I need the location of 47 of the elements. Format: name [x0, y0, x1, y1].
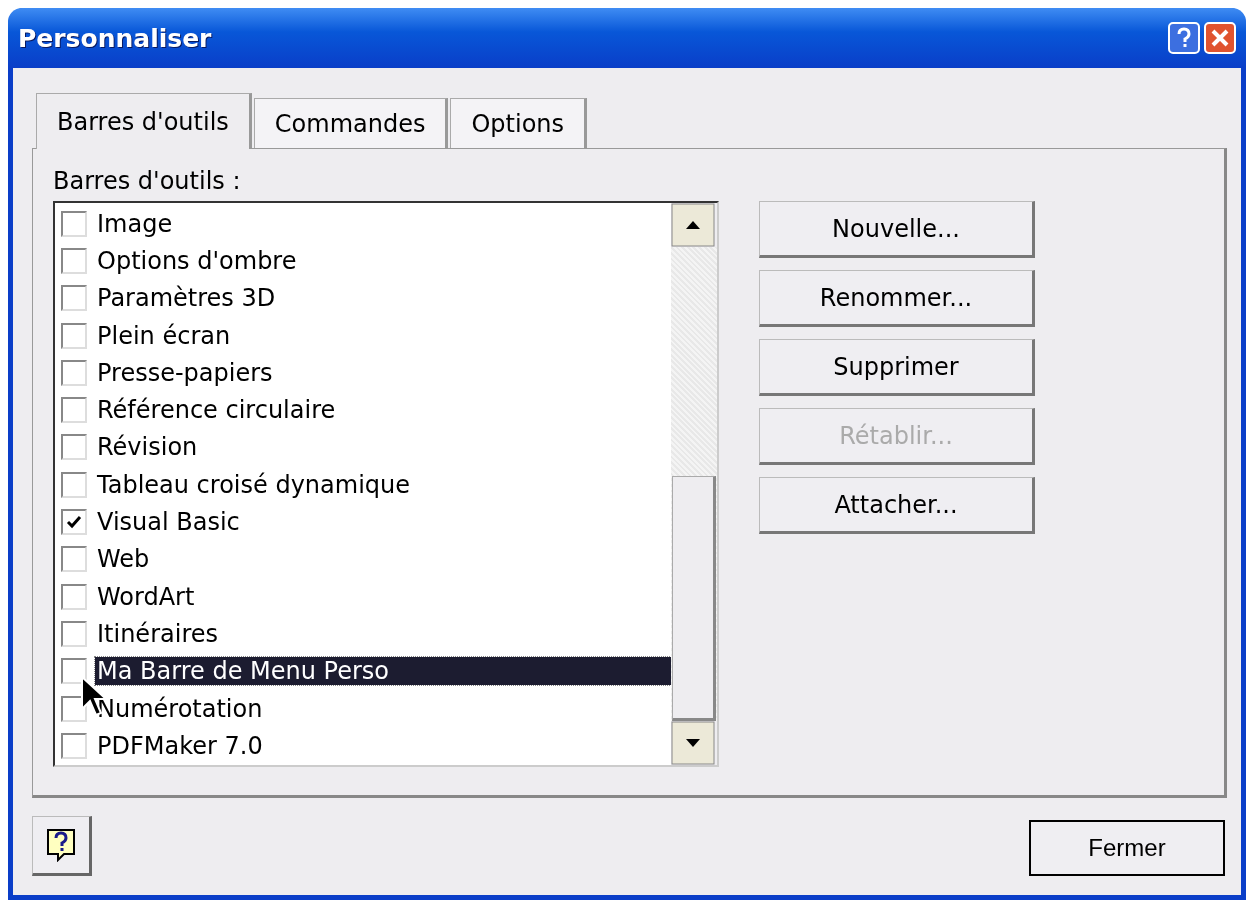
checkbox[interactable] — [61, 620, 87, 647]
checkbox[interactable] — [61, 583, 87, 610]
dialog-button[interactable]: Attacher... — [759, 477, 1035, 534]
list-label: Barres d'outils : — [53, 167, 241, 195]
checkbox[interactable] — [61, 509, 87, 535]
list-item[interactable]: Options d'ombre — [95, 246, 299, 275]
list-item[interactable]: Paramètres 3D — [95, 284, 278, 313]
checkbox[interactable] — [61, 434, 87, 461]
dialog-button[interactable]: Renommer... — [759, 270, 1035, 327]
list-item[interactable]: Visual Basic — [95, 508, 242, 536]
close-button[interactable]: Fermer — [1029, 820, 1225, 876]
checkbox[interactable] — [61, 285, 87, 312]
list-item[interactable]: PDFMaker 7.0 — [95, 731, 265, 760]
list-item[interactable]: WordArt — [95, 582, 197, 611]
checkbox[interactable] — [61, 471, 87, 498]
window-title: Personnaliser — [18, 23, 212, 53]
checkbox[interactable] — [61, 210, 87, 237]
list-item[interactable]: Ma Barre de Menu Perso — [95, 657, 671, 686]
dialog-button[interactable]: Nouvelle... — [759, 201, 1035, 258]
checkbox[interactable] — [61, 546, 87, 573]
help-button[interactable] — [32, 816, 92, 876]
scroll-thumb[interactable] — [672, 476, 716, 721]
tab[interactable]: Commandes — [253, 98, 449, 148]
checkbox[interactable] — [61, 397, 87, 424]
list-item[interactable]: Presse-papiers — [95, 358, 275, 387]
list-item[interactable]: Référence circulaire — [95, 396, 338, 425]
tab[interactable]: Barres d'outils — [36, 93, 252, 149]
checkbox[interactable] — [61, 247, 87, 274]
checkbox[interactable] — [61, 658, 87, 685]
checkbox[interactable] — [61, 322, 87, 349]
list-item[interactable]: Tableau croisé dynamique — [95, 470, 412, 499]
list-item[interactable]: Itinéraires — [95, 619, 220, 648]
list-item[interactable]: Plein écran — [95, 321, 233, 350]
list-item[interactable]: Révision — [95, 433, 200, 462]
list-item[interactable]: Image — [95, 209, 175, 238]
checkbox[interactable] — [61, 359, 87, 386]
tab[interactable]: Options — [450, 98, 588, 148]
close-icon[interactable] — [1204, 22, 1236, 54]
help-bubble-icon — [46, 828, 76, 862]
list-item[interactable]: Web — [95, 545, 152, 574]
checkbox[interactable] — [61, 732, 87, 759]
help-icon[interactable] — [1168, 22, 1200, 54]
scroll-up-icon[interactable] — [671, 203, 715, 247]
dialog-button[interactable]: Supprimer — [759, 339, 1035, 396]
scroll-down-icon[interactable] — [671, 721, 715, 765]
scrollbar[interactable] — [671, 203, 717, 765]
checkmark-icon — [65, 513, 83, 531]
